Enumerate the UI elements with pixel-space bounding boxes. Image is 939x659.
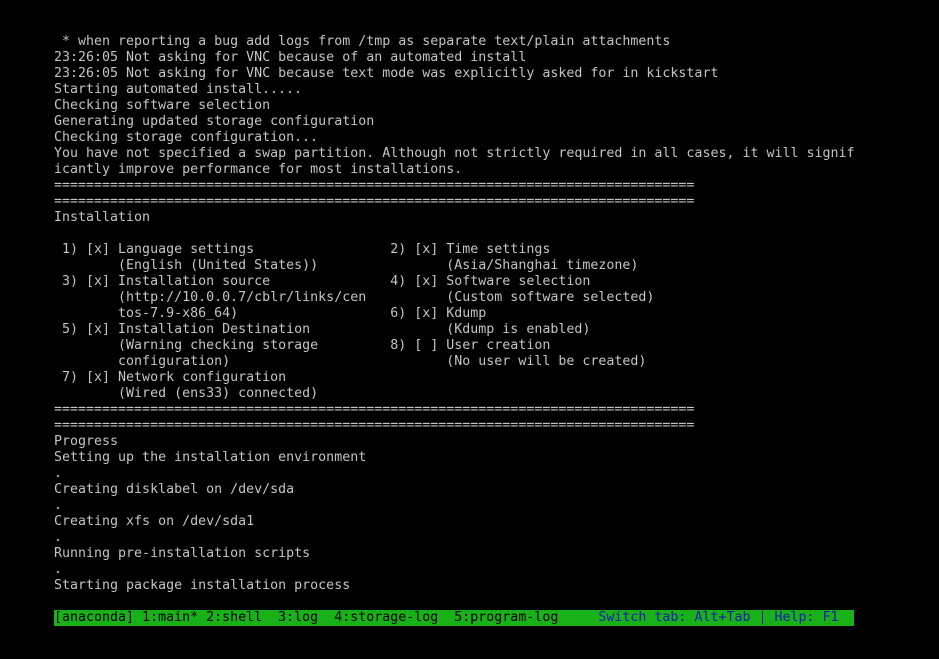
terminal-line: Starting automated install..... — [54, 82, 303, 97]
separator-line: ========================================… — [54, 194, 695, 209]
separator-line: ========================================… — [54, 418, 695, 433]
section-title-progress: Progress — [54, 434, 119, 449]
menu-row: tos-7.9-x86_64) 6) [x] Kdump — [54, 306, 487, 321]
progress-line: . — [54, 562, 63, 577]
progress-line: . — [54, 530, 63, 545]
separator-line: ========================================… — [54, 178, 695, 193]
menu-row: 7) [x] Network configuration — [54, 370, 287, 385]
terminal-line: 23:26:05 Not asking for VNC because of a… — [54, 50, 527, 65]
menu-row: (Warning checking storage 8) [ ] User cr… — [54, 338, 551, 353]
progress-line: Creating xfs on /dev/sda1 — [54, 514, 255, 529]
terminal-screen[interactable]: * when reporting a bug add logs from /tm… — [0, 0, 939, 659]
menu-row: configuration) (No user will be created) — [54, 354, 647, 369]
terminal-line: 23:26:05 Not asking for VNC because text… — [54, 66, 719, 81]
menu-row: (English (United States)) (Asia/Shanghai… — [54, 258, 639, 273]
progress-line: Setting up the installation environment — [54, 450, 367, 465]
separator-line: ========================================… — [54, 402, 695, 417]
progress-line: Starting package installation process — [54, 578, 351, 593]
terminal-line: Checking storage configuration... — [54, 130, 319, 145]
status-hint: Switch tab: Alt+Tab | Help: F1 — [598, 610, 839, 625]
terminal-line: * when reporting a bug add logs from /tm… — [54, 34, 671, 49]
progress-line: . — [54, 466, 63, 481]
section-title-installation: Installation — [54, 210, 151, 225]
progress-line: Running pre-installation scripts — [54, 546, 311, 561]
menu-row: (http://10.0.0.7/cblr/links/cen (Custom … — [54, 290, 655, 305]
menu-row: 5) [x] Installation Destination (Kdump i… — [54, 322, 591, 337]
status-tabs[interactable]: [anaconda] 1:main* 2:shell 3:log 4:stora… — [54, 610, 598, 625]
menu-row: 1) [x] Language settings 2) [x] Time set… — [54, 242, 551, 257]
terminal-line: Checking software selection — [54, 98, 271, 113]
tmux-status-bar[interactable]: [anaconda] 1:main* 2:shell 3:log 4:stora… — [54, 610, 854, 626]
menu-row: 3) [x] Installation source 4) [x] Softwa… — [54, 274, 591, 289]
terminal-line: Generating updated storage configuration — [54, 114, 375, 129]
terminal-line: You have not specified a swap partition.… — [54, 146, 855, 161]
menu-row: (Wired (ens33) connected) — [54, 386, 319, 401]
progress-line: Creating disklabel on /dev/sda — [54, 482, 295, 497]
terminal-line: icantly improve performance for most ins… — [54, 162, 463, 177]
progress-line: . — [54, 498, 63, 513]
